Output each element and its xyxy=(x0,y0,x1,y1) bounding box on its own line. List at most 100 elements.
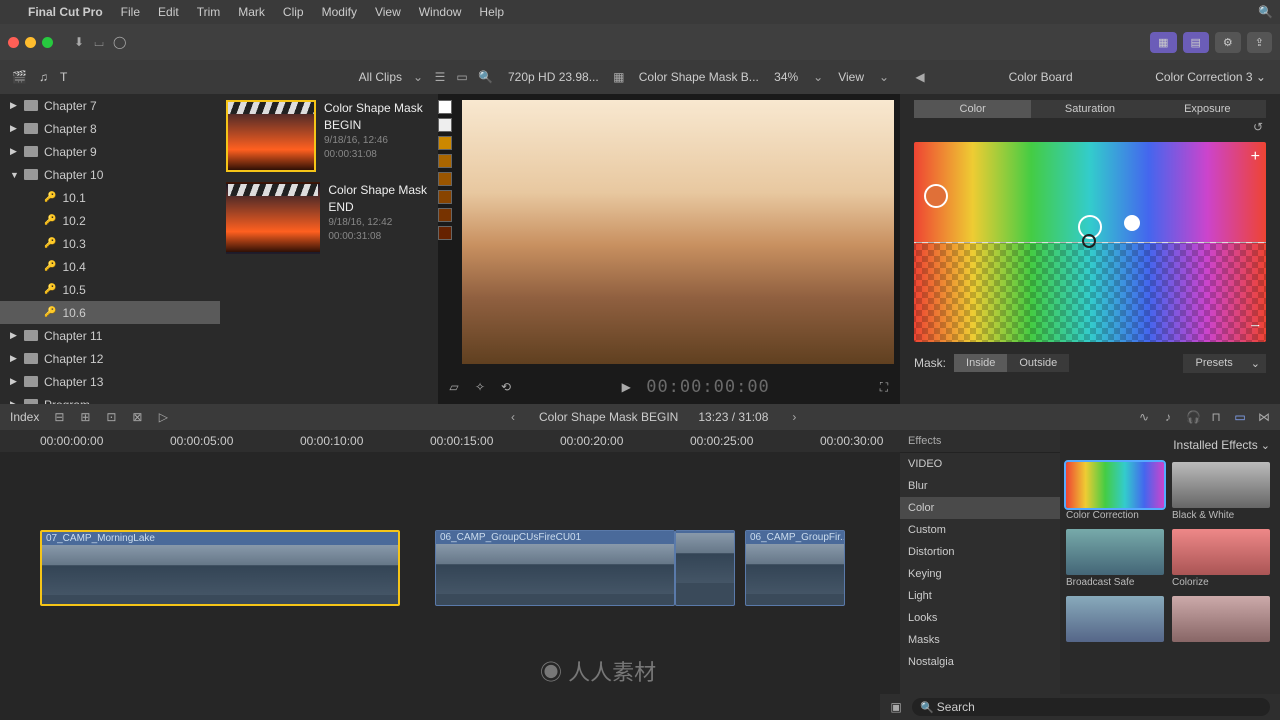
layout-timeline[interactable]: ▤ xyxy=(1183,32,1209,53)
sidebar-item[interactable]: ▶Chapter 8 xyxy=(0,117,220,140)
presets-menu[interactable]: Presets⌄ xyxy=(1183,354,1266,373)
swatch[interactable] xyxy=(438,226,452,240)
index-button[interactable]: Index xyxy=(10,410,39,424)
app-name[interactable]: Final Cut Pro xyxy=(28,5,103,19)
chevron-down-icon[interactable]: ⌄ xyxy=(812,70,824,84)
sidebar-item[interactable]: 🔑10.6 xyxy=(0,301,220,324)
search-icon[interactable]: 🔍 xyxy=(1258,5,1270,19)
viewer-canvas[interactable] xyxy=(462,100,894,364)
layout-inspector[interactable]: ⚙ xyxy=(1215,32,1241,53)
menu-view[interactable]: View xyxy=(375,5,401,19)
effects-search[interactable]: 🔍 Search xyxy=(912,698,1270,716)
connect-icon[interactable]: ⊟ xyxy=(53,410,65,424)
swatch[interactable] xyxy=(438,208,452,222)
menu-clip[interactable]: Clip xyxy=(283,5,304,19)
swatch[interactable] xyxy=(438,118,452,132)
insert-icon[interactable]: ⊞ xyxy=(79,410,91,424)
effects-category[interactable]: Nostalgia xyxy=(900,651,1060,673)
keyword-icon[interactable]: ⌴ xyxy=(93,35,105,50)
effects-category[interactable]: Masks xyxy=(900,629,1060,651)
timeline[interactable]: 00:00:00:0000:00:05:0000:00:10:0000:00:1… xyxy=(0,430,900,720)
menu-file[interactable]: File xyxy=(121,5,140,19)
effect-item[interactable]: Black & White xyxy=(1172,462,1270,521)
sidebar-item[interactable]: ▶Chapter 11 xyxy=(0,324,220,347)
menu-modify[interactable]: Modify xyxy=(322,5,357,19)
timeline-clip[interactable]: 06_CAMP_GroupCUsFireCU01 xyxy=(435,530,675,606)
sidebar-item[interactable]: ▶Program xyxy=(0,393,220,404)
effects-category[interactable]: Keying xyxy=(900,563,1060,585)
zoom-window[interactable] xyxy=(42,37,53,48)
color-puck-highlights[interactable] xyxy=(1124,215,1140,231)
effects-category[interactable]: Looks xyxy=(900,607,1060,629)
skimming-icon[interactable]: ∿ xyxy=(1138,410,1150,424)
sidebar-item[interactable]: 🔑10.3 xyxy=(0,232,220,255)
swatch[interactable] xyxy=(438,172,452,186)
correction-menu[interactable]: Color Correction 3 ⌄ xyxy=(1155,70,1266,84)
sidebar-item[interactable]: 🔑10.2 xyxy=(0,209,220,232)
menu-help[interactable]: Help xyxy=(479,5,504,19)
effects-category[interactable]: Light xyxy=(900,585,1060,607)
fullscreen-icon[interactable]: ⛶ xyxy=(878,380,890,395)
search-icon[interactable]: 🔍 xyxy=(478,70,490,84)
sidebar-item[interactable]: ▶Chapter 7 xyxy=(0,94,220,117)
browser-clip[interactable]: Color Shape Mask BEGIN9/18/16, 12:4600:0… xyxy=(226,100,432,172)
close-window[interactable] xyxy=(8,37,19,48)
history-fwd-icon[interactable]: › xyxy=(788,410,800,424)
menu-trim[interactable]: Trim xyxy=(197,5,221,19)
timeline-ruler[interactable]: 00:00:00:0000:00:05:0000:00:10:0000:00:1… xyxy=(0,430,900,452)
layout-browser[interactable]: ▦ xyxy=(1150,32,1176,53)
mask-inside[interactable]: Inside xyxy=(954,354,1007,372)
timecode[interactable]: 00:00:00:00 xyxy=(646,377,770,397)
effects-category[interactable]: Color xyxy=(900,497,1060,519)
effects-category[interactable]: Blur xyxy=(900,475,1060,497)
photos-icon[interactable]: ♫ xyxy=(39,70,48,84)
share-button[interactable]: ⇪ xyxy=(1247,32,1272,53)
color-puck-global[interactable] xyxy=(1082,234,1096,248)
swatch[interactable] xyxy=(438,100,452,114)
effects-category[interactable]: Distortion xyxy=(900,541,1060,563)
installed-effects-label[interactable]: Installed Effects ⌄ xyxy=(1066,436,1274,454)
history-back-icon[interactable]: ‹ xyxy=(507,410,519,424)
sidebar-item[interactable]: ▶Chapter 9 xyxy=(0,140,220,163)
menu-window[interactable]: Window xyxy=(419,5,462,19)
effect-item[interactable]: Broadcast Safe xyxy=(1066,529,1164,588)
tab-color[interactable]: Color xyxy=(914,100,1031,118)
retime-icon[interactable]: ⟲ xyxy=(500,380,512,394)
chevron-down-icon[interactable]: ⌄ xyxy=(412,70,424,84)
sidebar-item[interactable]: 🔑10.4 xyxy=(0,255,220,278)
color-puck-shadows[interactable] xyxy=(924,184,948,208)
browser-clip[interactable]: Color Shape Mask END9/18/16, 12:4200:00:… xyxy=(226,182,432,254)
swatch[interactable] xyxy=(438,190,452,204)
solo-icon[interactable]: 🎧 xyxy=(1186,410,1198,424)
snap-icon[interactable]: ⊓ xyxy=(1210,410,1222,424)
reset-icon[interactable]: ↺ xyxy=(1252,120,1264,134)
minimize-window[interactable] xyxy=(25,37,36,48)
tool-select-icon[interactable]: ▷ xyxy=(157,410,169,424)
tab-saturation[interactable]: Saturation xyxy=(1031,100,1148,118)
audio-skim-icon[interactable]: ♪ xyxy=(1162,410,1174,424)
append-icon[interactable]: ⊡ xyxy=(105,410,117,424)
effect-item[interactable] xyxy=(1172,596,1270,644)
filmstrip-icon[interactable]: ▭ xyxy=(456,70,468,84)
effect-item[interactable]: Color Correction xyxy=(1066,462,1164,521)
swatch[interactable] xyxy=(438,136,452,150)
sidebar-item[interactable]: 🔑10.5 xyxy=(0,278,220,301)
effects-category[interactable]: VIDEO xyxy=(900,453,1060,475)
clip-filter[interactable]: All Clips xyxy=(359,70,402,84)
sidebar-item[interactable]: ▶Chapter 13 xyxy=(0,370,220,393)
bg-tasks-icon[interactable]: ◯ xyxy=(113,35,125,49)
library-icon[interactable]: 🎬 xyxy=(12,70,27,84)
play-button[interactable]: ▶ xyxy=(620,380,632,394)
timeline-clip[interactable]: 07_CAMP_MorningLake xyxy=(40,530,400,606)
color-board[interactable]: + − xyxy=(914,142,1266,342)
sidebar-item[interactable]: ▶Chapter 12 xyxy=(0,347,220,370)
import-icon[interactable]: ⬇ xyxy=(73,35,85,49)
timeline-clip[interactable]: 06_CAMP_GroupFir... xyxy=(745,530,845,606)
menu-edit[interactable]: Edit xyxy=(158,5,179,19)
transitions-icon[interactable]: ⋈ xyxy=(1258,410,1270,424)
zoom-level[interactable]: 34% xyxy=(774,70,798,84)
overwrite-icon[interactable]: ⊠ xyxy=(131,410,143,424)
effect-item[interactable]: Colorize xyxy=(1172,529,1270,588)
timeline-clip[interactable] xyxy=(675,530,735,606)
menu-mark[interactable]: Mark xyxy=(238,5,265,19)
